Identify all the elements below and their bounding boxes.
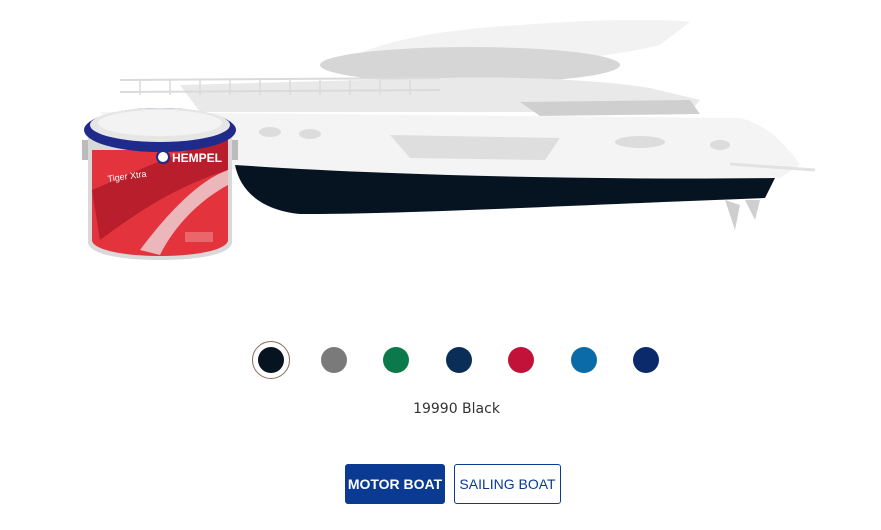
swatch-color-dot <box>445 347 472 373</box>
navy-swatch[interactable] <box>627 341 665 379</box>
green-swatch[interactable] <box>377 341 415 379</box>
grey-swatch[interactable] <box>315 341 353 379</box>
swatch-color-dot <box>383 347 409 373</box>
paint-can-illustration: HEMPEL Tiger Xtra <box>82 108 238 260</box>
boat-preview: HEMPEL Tiger Xtra <box>82 19 816 260</box>
ocean-blue-swatch[interactable] <box>565 341 603 379</box>
red-swatch[interactable] <box>502 341 540 379</box>
black-swatch[interactable] <box>252 341 290 379</box>
dark-blue-swatch[interactable] <box>440 341 478 379</box>
sailing-boat-button[interactable]: SAILING BOAT <box>454 464 561 504</box>
swatch-color-dot <box>633 347 659 373</box>
selected-color-label: 19990 Black <box>413 401 500 417</box>
swatch-color-dot <box>508 347 534 373</box>
paint-color-configurator: HEMPEL Tiger Xtra 19990 Black MOTOR BOAT… <box>0 0 881 530</box>
hempel-logo-text: HEMPEL <box>172 151 222 165</box>
color-swatch-list <box>252 341 672 379</box>
motor-boat-button[interactable]: MOTOR BOAT <box>345 464 445 504</box>
swatch-color-dot <box>570 347 597 373</box>
swatch-color-dot <box>257 346 284 373</box>
swatch-color-dot <box>320 347 347 373</box>
